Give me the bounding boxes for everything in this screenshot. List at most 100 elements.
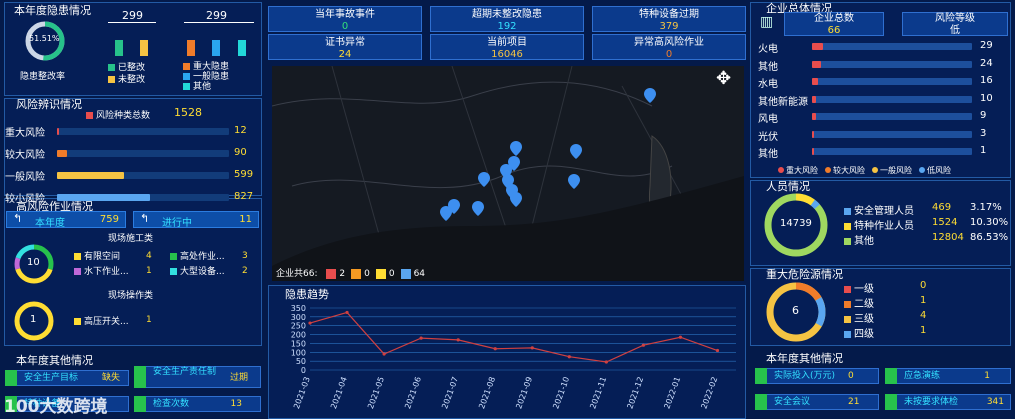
- enterprise-row-value: 1: [980, 145, 987, 156]
- construction-total: 10: [27, 257, 40, 268]
- trend-xtick: 2021-03: [292, 376, 312, 410]
- map-pin-icon[interactable]: [472, 201, 484, 216]
- total-2-value: 299: [206, 9, 227, 22]
- enterprise-row-bar: [812, 43, 823, 50]
- map-pin-icon[interactable]: [570, 144, 582, 159]
- enterprise-legend-item: 低风险: [919, 166, 951, 175]
- trend-xtick: 2022-02: [699, 376, 719, 410]
- top-stat-box[interactable]: 超期未整改隐患 192: [430, 6, 584, 32]
- trend-xtick: 2021-12: [625, 376, 645, 410]
- hazard-row-value: 1: [920, 295, 927, 306]
- undone-bar: [140, 40, 148, 56]
- trend-point[interactable]: [419, 336, 423, 340]
- personnel-row-pct: 10.30%: [970, 217, 1009, 228]
- enterprise-row-value: 16: [980, 75, 993, 86]
- top-stat-box[interactable]: 当前项目 16046: [430, 34, 584, 60]
- personnel-row-label: 特种作业人员: [844, 217, 914, 232]
- trend-point[interactable]: [493, 347, 497, 351]
- trend-point[interactable]: [715, 348, 720, 353]
- investment-item[interactable]: 实际投入(万元) 0: [755, 368, 879, 384]
- trend-point[interactable]: [308, 321, 312, 325]
- enterprise-row-label: 风电: [758, 114, 778, 125]
- risk-row-label: 较大风险: [5, 150, 45, 161]
- trend-point[interactable]: [345, 310, 349, 315]
- risk-row-label: 较小风险: [5, 194, 45, 205]
- rectification-rate-label: 隐患整改率: [20, 72, 66, 82]
- top-stat-box[interactable]: 异常高风险作业 0: [592, 34, 746, 60]
- risk-row-value: 12: [234, 125, 247, 136]
- enterprise-row-value: 10: [980, 92, 993, 104]
- enterprise-row-value: 24: [980, 57, 993, 69]
- top-stat-box[interactable]: 证书异常 24: [268, 34, 422, 60]
- map-pin-icon[interactable]: [510, 141, 522, 156]
- risk-row-bar: [57, 172, 125, 179]
- enterprise-legend-item: 一般风险: [872, 166, 912, 175]
- risk-row-label: 重大风险: [5, 128, 45, 139]
- enterprise-row-track: [812, 78, 972, 85]
- enterprise-row-bar: [812, 60, 821, 68]
- enterprise-row-bar: [812, 113, 816, 120]
- trend-xtick: 2022-01: [662, 376, 682, 410]
- ongoing-work-button[interactable]: ↰ 进行中 11: [133, 211, 259, 229]
- hazard-row-value: 1: [920, 325, 927, 336]
- trend-ytick: 0: [301, 366, 306, 375]
- personnel-row-pct: 86.53%: [970, 232, 1009, 243]
- drill-item[interactable]: 应急演练 1: [885, 368, 1011, 384]
- top-stat-box[interactable]: 特种设备过期 379: [592, 6, 746, 32]
- trend-point[interactable]: [567, 355, 571, 359]
- map-pin-icon[interactable]: [568, 174, 580, 189]
- enterprise-legend-item: 较大风险: [825, 166, 865, 175]
- checkup-item[interactable]: 未按要求体检 341: [885, 394, 1011, 410]
- trend-xtick: 2021-04: [329, 376, 349, 410]
- inspection-item[interactable]: 检查次数 13: [134, 396, 261, 412]
- map-pin-icon[interactable]: [478, 172, 490, 187]
- hazard-row-label: 三级: [844, 310, 874, 325]
- trend-point[interactable]: [382, 352, 386, 356]
- done-bar: [115, 40, 123, 56]
- general-bar: [212, 40, 220, 56]
- trend-ytick: 100: [291, 348, 306, 357]
- construction-item: 高处作业...: [170, 249, 225, 262]
- map-pin-icon[interactable]: [440, 206, 452, 221]
- trend-point[interactable]: [530, 346, 534, 350]
- risk-row-track: [57, 150, 229, 157]
- enterprise-row-track: [812, 130, 972, 138]
- trend-point[interactable]: [604, 360, 608, 364]
- enterprise-row-value: 3: [980, 127, 987, 139]
- responsibility-item[interactable]: 安全生产责任制 过期: [134, 366, 261, 388]
- enterprise-row-label: 其他: [758, 61, 778, 73]
- risk-row-label: 一般风险: [5, 172, 45, 183]
- hazard-row-label: 二级: [844, 295, 874, 310]
- enterprise-total-box: 企业总数 66: [784, 12, 884, 36]
- trend-xtick: 2021-08: [477, 376, 497, 410]
- map-pin-icon[interactable]: [644, 88, 656, 103]
- trend-point[interactable]: [678, 335, 683, 339]
- year-work-button[interactable]: ↰ 本年度 759: [6, 211, 126, 229]
- risk-row-track: [57, 128, 229, 135]
- rectification-rate-value: 51.51%: [29, 34, 60, 43]
- enterprise-row-label: 火电: [758, 44, 778, 55]
- construction-item: 水下作业...: [74, 264, 129, 277]
- meeting-item[interactable]: 安全会议 21: [755, 394, 879, 410]
- major-bar: [187, 40, 195, 56]
- enterprise-row-track: [812, 113, 972, 120]
- personnel-row-pct: 3.17%: [970, 202, 1002, 213]
- risk-identify-title: 风险辨识情况: [16, 98, 82, 111]
- other-right-title: 本年度其他情况: [766, 352, 843, 365]
- construction-item: 有限空间: [74, 249, 120, 262]
- move-icon[interactable]: ✥: [716, 68, 731, 89]
- trend-point[interactable]: [641, 343, 645, 347]
- target-item[interactable]: 安全生产目标 缺失: [5, 370, 129, 386]
- total-1-underline: [108, 22, 156, 23]
- map-area[interactable]: ✥ 企业共66: 2 0 0 64: [272, 66, 744, 281]
- trend-line: [309, 311, 718, 363]
- trend-point[interactable]: [456, 338, 460, 342]
- enterprise-row-label: 其他: [758, 149, 778, 160]
- risk-row-bar: [57, 128, 59, 135]
- map-legend-item: 0: [351, 268, 370, 279]
- personnel-row-label: 安全管理人员: [844, 202, 914, 217]
- map-pin-icon[interactable]: [510, 192, 522, 207]
- other-legend: 其他: [183, 79, 211, 92]
- construction-item: 大型设备...: [170, 264, 225, 277]
- top-stat-box[interactable]: 当年事故事件 0: [268, 6, 422, 32]
